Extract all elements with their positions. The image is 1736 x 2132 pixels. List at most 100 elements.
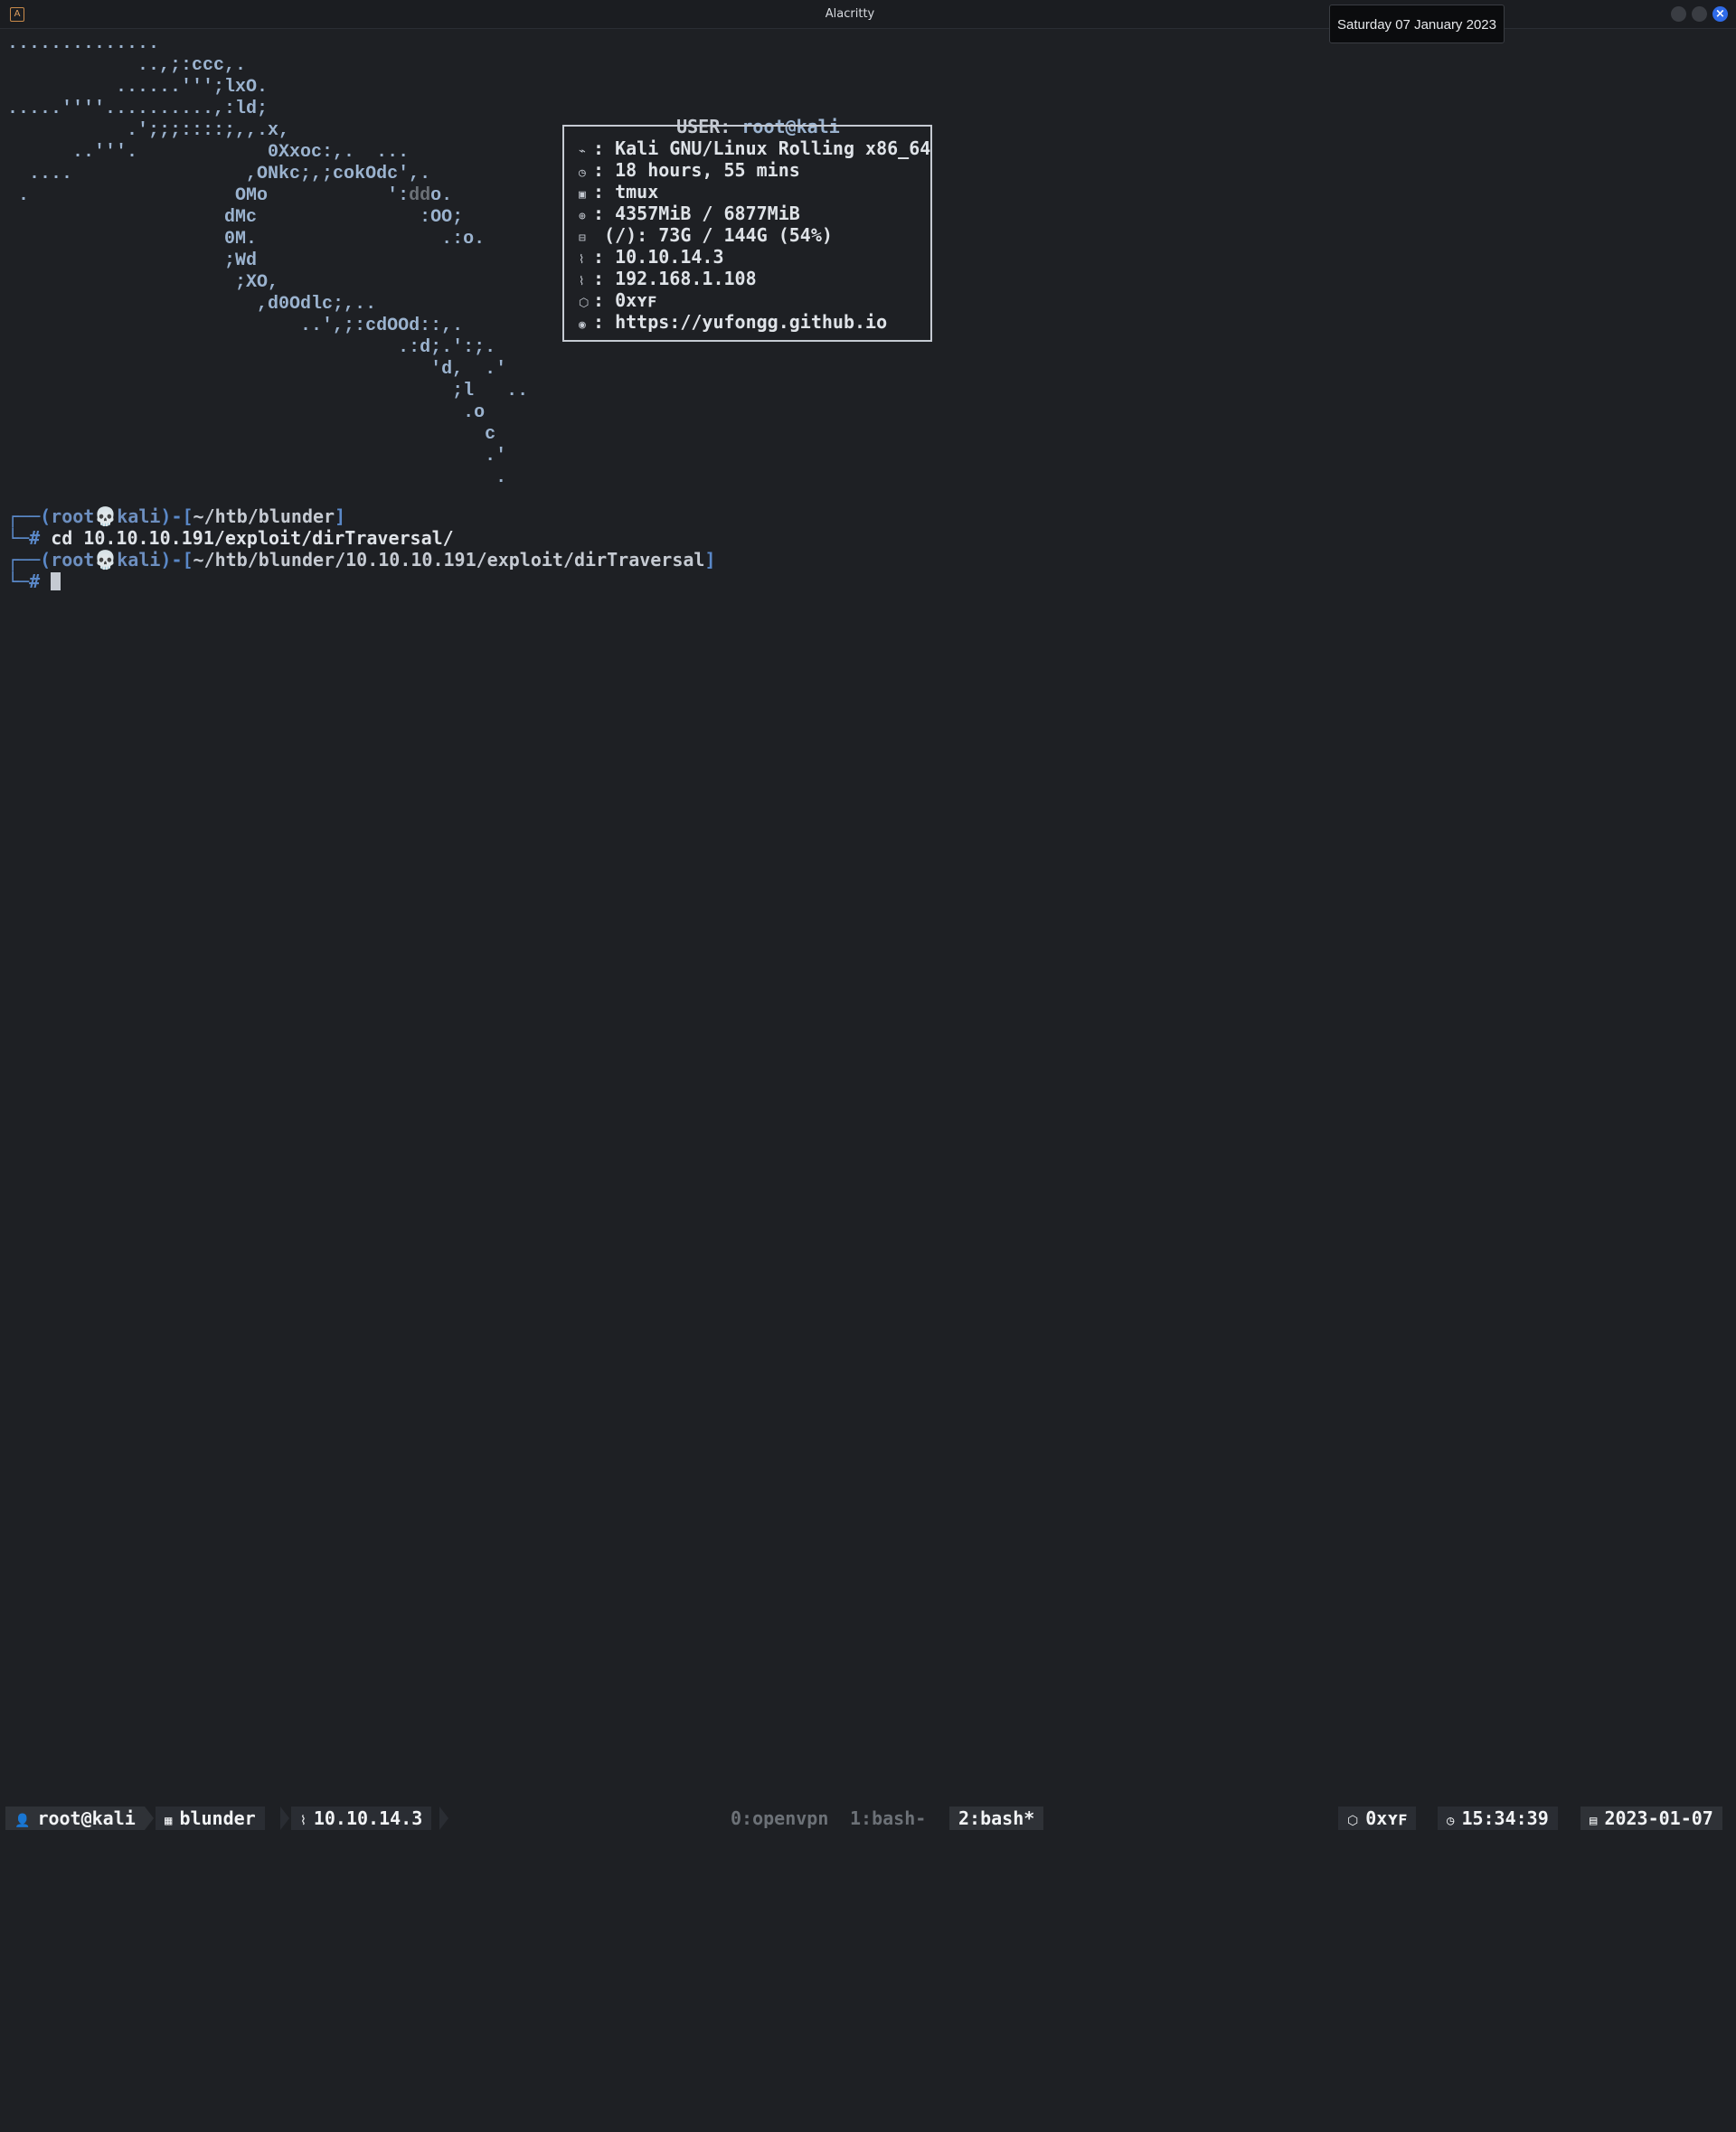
ascii-line: . OMo ': bbox=[7, 185, 410, 206]
command-line: └─# cd 10.10.10.191/exploit/dirTraversal… bbox=[7, 527, 454, 549]
ascii-line: .';;;::::;,,.x, bbox=[7, 120, 290, 141]
status-handle-text: 0xʏꜰ bbox=[1365, 1807, 1408, 1829]
prompt-path: ~/htb/blunder/10.10.10.191/exploit/dirTr… bbox=[193, 549, 705, 571]
tmux-window-2[interactable]: 2:bash* bbox=[949, 1807, 1044, 1830]
info-sep: : bbox=[593, 311, 605, 333]
info-value: 192.168.1.108 bbox=[604, 268, 757, 289]
status-user: 👤 root@kali bbox=[5, 1807, 145, 1830]
ascii-line: .... ,ONkc;,;cokOdc',. bbox=[7, 164, 431, 184]
ascii-line: ......''';lxO. bbox=[7, 77, 269, 98]
info-value: 0xʏꜰ bbox=[604, 289, 657, 311]
prompt-user: root bbox=[51, 549, 95, 571]
status-separator bbox=[145, 1807, 154, 1830]
skull-icon: 💀 bbox=[94, 549, 118, 571]
status-time: ◷ 15:34:39 bbox=[1438, 1807, 1558, 1830]
info-row-vpn-ip: ⌇: 10.10.14.3 bbox=[579, 246, 724, 268]
command-line[interactable]: └─# bbox=[7, 571, 61, 592]
info-row-uptime: ◷: 18 hours, 55 mins bbox=[579, 159, 800, 181]
status-session-text: blunder bbox=[179, 1807, 256, 1829]
info-sep: : bbox=[593, 159, 605, 181]
network-icon: ⌇ bbox=[579, 275, 585, 288]
info-value: Kali GNU/Linux Rolling x86_64 bbox=[604, 137, 931, 159]
tmux-window-1[interactable]: 1:bash- bbox=[850, 1807, 926, 1830]
ascii-line: o. bbox=[430, 185, 453, 206]
info-row-local-ip: ⌇: 192.168.1.108 bbox=[579, 268, 757, 289]
uptime-icon: ◷ bbox=[579, 166, 586, 180]
ascii-line: .....''''..........,:ld; bbox=[7, 99, 269, 119]
ascii-line: 0M. .:o. bbox=[7, 229, 486, 250]
ascii-line: ..,;:ccc,. bbox=[7, 55, 247, 76]
tmux-window-0[interactable]: 0:openvpn bbox=[731, 1807, 828, 1830]
info-value: (/): 73G / 144G (54%) bbox=[593, 224, 833, 246]
ascii-line: ;XO, bbox=[7, 272, 279, 293]
disk-icon: ⊟ bbox=[579, 231, 586, 245]
status-separator bbox=[439, 1807, 448, 1830]
prompt-char: # bbox=[29, 527, 41, 549]
status-ip-text: 10.10.14.3 bbox=[313, 1807, 423, 1829]
ascii-line: .:d;.':;. bbox=[7, 337, 496, 358]
info-row-website: ◉: https://yufongg.github.io bbox=[579, 311, 887, 333]
ascii-line: . bbox=[7, 467, 507, 488]
ascii-line: ;l .. bbox=[7, 381, 529, 401]
terminal-cursor[interactable] bbox=[51, 572, 61, 590]
status-time-text: 15:34:39 bbox=[1461, 1807, 1549, 1829]
status-ip: ⌇ 10.10.14.3 bbox=[291, 1807, 432, 1830]
ascii-dim: dd bbox=[409, 185, 431, 206]
ascii-line: ,d0Odlc;,.. bbox=[7, 294, 377, 315]
calendar-icon: ▤ bbox=[1590, 1814, 1598, 1828]
network-icon: ⌇ bbox=[579, 253, 585, 267]
distro-icon: ⌁ bbox=[579, 145, 586, 158]
ascii-line: ;Wd bbox=[7, 250, 258, 271]
prompt-host: kali bbox=[117, 549, 161, 571]
info-value: 10.10.14.3 bbox=[604, 246, 724, 268]
prompt-char: # bbox=[29, 571, 41, 592]
ascii-line: 'd, .' bbox=[7, 359, 507, 380]
status-date-text: 2023-01-07 bbox=[1604, 1807, 1713, 1829]
info-sep: : bbox=[593, 246, 605, 268]
minimize-button[interactable] bbox=[1671, 6, 1686, 22]
status-handle: ⬡ 0xʏꜰ bbox=[1338, 1807, 1417, 1830]
info-row-memory: ⊕: 4357MiB / 6877MiB bbox=[579, 203, 800, 224]
cube-icon: ⬡ bbox=[1347, 1814, 1359, 1828]
ascii-line: dMc :OO; bbox=[7, 207, 464, 228]
ascii-line: .' bbox=[7, 446, 507, 467]
ascii-line: .o bbox=[7, 402, 486, 423]
info-row-handle: ⬡: 0xʏꜰ bbox=[579, 289, 656, 311]
memory-icon: ⊕ bbox=[579, 210, 586, 223]
github-icon: ◉ bbox=[579, 318, 586, 332]
maximize-button[interactable] bbox=[1692, 6, 1707, 22]
command-text: cd 10.10.10.191/exploit/dirTraversal/ bbox=[51, 527, 454, 549]
ascii-line: c bbox=[7, 424, 496, 445]
date-tooltip: Saturday 07 January 2023 bbox=[1329, 5, 1505, 43]
user-icon: 👤 bbox=[14, 1814, 31, 1828]
prompt-host: kali bbox=[117, 505, 161, 527]
info-value: 18 hours, 55 mins bbox=[604, 159, 800, 181]
tmux-status-bar: 👤 root@kali ▦ blunder ⌇ 10.10.14.3 0:openvp… bbox=[0, 1807, 1736, 1830]
prompt-user: root bbox=[51, 505, 95, 527]
info-row-os: ⌁: Kali GNU/Linux Rolling x86_64 bbox=[579, 137, 930, 159]
info-value: tmux bbox=[604, 181, 659, 203]
info-sep: : bbox=[593, 203, 605, 224]
info-sep: : bbox=[593, 137, 605, 159]
ascii-line: .............. bbox=[7, 33, 160, 54]
info-sep: : bbox=[593, 289, 605, 311]
info-value: https://yufongg.github.io bbox=[604, 311, 888, 333]
prompt-line: ┌──(root💀kali)-[~/htb/blunder] bbox=[7, 505, 346, 527]
info-sep: : bbox=[593, 181, 605, 203]
status-date: ▤ 2023-01-07 bbox=[1580, 1807, 1722, 1830]
status-user-text: root@kali bbox=[37, 1807, 136, 1829]
info-row-terminal: ▣: tmux bbox=[579, 181, 658, 203]
network-icon: ⌇ bbox=[300, 1814, 307, 1828]
ascii-line: ..',;:cdOOd::,. bbox=[7, 316, 464, 336]
info-value: 4357MiB / 6877MiB bbox=[604, 203, 800, 224]
status-session: ▦ blunder bbox=[156, 1807, 265, 1830]
kali-ascii-logo: .............. ..,;:ccc,. ......''';lxO.… bbox=[7, 33, 528, 489]
skull-icon: 💀 bbox=[94, 505, 118, 527]
ascii-line: ..'''. 0Xxoc:,. ... bbox=[7, 142, 410, 163]
close-button[interactable]: × bbox=[1712, 6, 1728, 22]
clock-icon: ◷ bbox=[1447, 1814, 1455, 1828]
info-sep: : bbox=[593, 268, 605, 289]
prompt-line: ┌──(root💀kali)-[~/htb/blunder/10.10.10.1… bbox=[7, 549, 716, 571]
fetch-info-box: ⌁: Kali GNU/Linux Rolling x86_64 ◷: 18 h… bbox=[562, 125, 932, 342]
cube-icon: ⬡ bbox=[579, 297, 590, 310]
